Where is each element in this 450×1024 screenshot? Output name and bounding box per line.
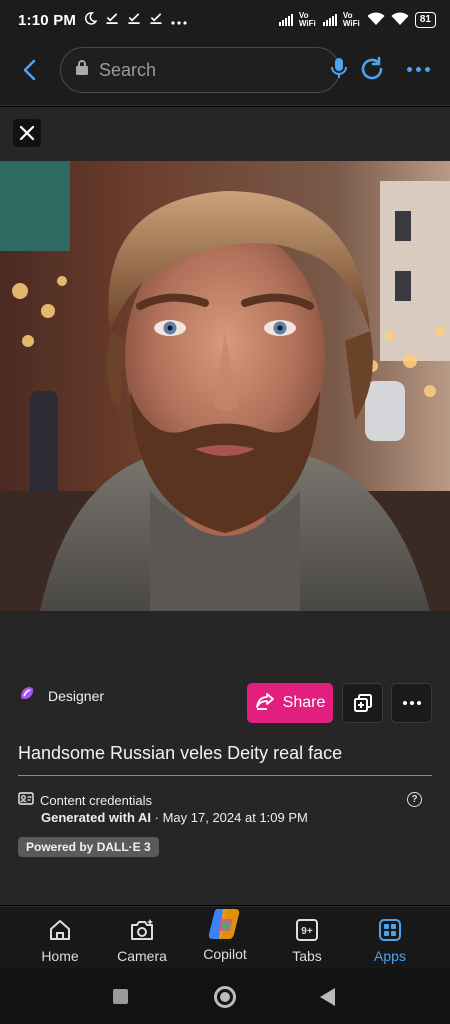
divider xyxy=(18,775,432,776)
browser-toolbar xyxy=(0,40,450,106)
content-credentials-row: Content credentials xyxy=(18,791,152,810)
source-label: Designer xyxy=(48,687,105,704)
wifi-icon xyxy=(367,11,385,29)
status-right: Vo WiFi Vo WiFi 81 xyxy=(278,11,436,29)
tabs-icon: 9+ xyxy=(295,917,319,943)
tab-camera[interactable]: Camera xyxy=(102,907,182,969)
tabs-count-badge: 9+ xyxy=(301,926,313,937)
reload-button[interactable] xyxy=(358,55,386,83)
status-left: 1:10 PM xyxy=(18,12,187,29)
back-button[interactable] xyxy=(16,56,44,84)
status-bar: 1:10 PM Vo WiFi Vo WiFi 81 xyxy=(0,0,450,40)
credentials-label: Content credentials xyxy=(40,793,153,808)
source-row: Designer xyxy=(18,684,104,707)
home-button[interactable] xyxy=(214,986,236,1008)
tab-tabs-label: Tabs xyxy=(292,948,322,964)
tab-copilot[interactable]: Copilot xyxy=(185,897,265,962)
status-time: 1:10 PM xyxy=(18,11,77,29)
search-input[interactable] xyxy=(99,59,331,81)
vowifi-label: Vo WiFi xyxy=(298,11,316,28)
lock-icon xyxy=(75,59,89,81)
apps-icon xyxy=(378,917,402,943)
tab-copilot-label: Copilot xyxy=(203,946,247,962)
close-button[interactable] xyxy=(13,119,41,147)
share-icon xyxy=(255,692,275,715)
bottom-tab-bar: Home Camera Copilot 9+ Tabs Apps xyxy=(0,906,450,968)
home-icon xyxy=(48,917,72,943)
image-detail-panel: Designer Share Handsome Russian veles De… xyxy=(0,107,450,905)
system-nav-bar xyxy=(0,968,450,1024)
tab-apps-label: Apps xyxy=(374,948,406,964)
recents-button[interactable] xyxy=(113,989,128,1004)
tab-home-label: Home xyxy=(41,948,79,964)
portrait-image xyxy=(0,161,450,611)
designer-logo-icon xyxy=(18,684,36,707)
tab-apps[interactable]: Apps xyxy=(350,907,430,969)
add-collection-icon xyxy=(353,694,372,712)
signal-icon xyxy=(278,14,293,26)
download-done-icon xyxy=(105,12,119,28)
help-icon[interactable]: ? xyxy=(407,792,422,807)
reload-icon xyxy=(361,56,383,80)
signal-icon xyxy=(322,14,337,26)
generated-date: · May 17, 2024 at 1:09 PM xyxy=(151,810,308,825)
moon-icon xyxy=(84,12,98,28)
more-options-button[interactable] xyxy=(391,683,432,723)
share-label: Share xyxy=(282,694,326,711)
search-bar[interactable] xyxy=(60,47,347,93)
vowifi-label: Vo WiFi xyxy=(342,11,360,28)
download-done-icon xyxy=(149,12,163,28)
credentials-icon xyxy=(18,791,34,810)
wifi-icon xyxy=(391,11,409,29)
copilot-icon xyxy=(207,907,243,941)
download-done-icon xyxy=(127,12,141,28)
generated-image[interactable] xyxy=(0,161,450,611)
camera-icon xyxy=(129,917,155,943)
tab-tabs[interactable]: 9+ Tabs xyxy=(267,907,347,969)
more-notifications-icon xyxy=(171,13,187,28)
add-to-collection-button[interactable] xyxy=(342,683,383,723)
powered-by-badge: Powered by DALL·E 3 xyxy=(18,837,159,857)
close-icon xyxy=(19,125,35,141)
chevron-left-icon xyxy=(23,59,36,81)
generation-info: Generated with AI · May 17, 2024 at 1:09… xyxy=(41,810,308,825)
browser-menu-button[interactable] xyxy=(402,55,434,83)
tab-camera-label: Camera xyxy=(117,948,167,964)
share-button[interactable]: Share xyxy=(247,683,333,723)
image-title: Handsome Russian veles Deity real face xyxy=(18,743,343,763)
generated-with-ai-label: Generated with AI xyxy=(41,810,152,825)
tab-home[interactable]: Home xyxy=(20,907,100,969)
system-back-button[interactable] xyxy=(320,988,335,1006)
battery-indicator: 81 xyxy=(414,12,436,28)
microphone-icon[interactable] xyxy=(331,57,347,84)
